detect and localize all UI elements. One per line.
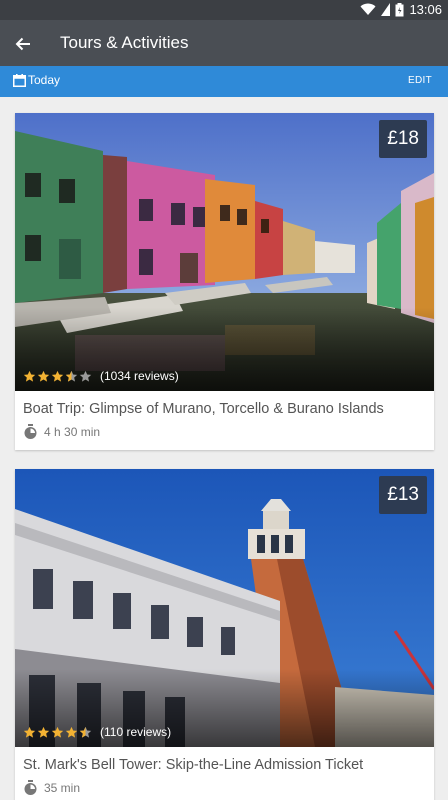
star-half-icon: [65, 370, 78, 382]
duration-label: 35 min: [44, 781, 81, 795]
duration-label: 4 h 30 min: [44, 425, 101, 439]
date-bar: Today EDIT: [0, 66, 448, 97]
tour-image: £18 (1034 reviews): [15, 113, 434, 391]
tour-duration: 4 h 30 min: [23, 424, 100, 440]
tour-title: Boat Trip: Glimpse of Murano, Torcello &…: [23, 401, 384, 417]
back-button[interactable]: [10, 31, 36, 57]
star-icon: [23, 726, 36, 738]
status-icons: 13:06: [360, 2, 442, 17]
star-empty-icon: [79, 370, 92, 382]
review-count: (110 reviews): [100, 725, 172, 739]
page-title: Tours & Activities: [60, 33, 189, 52]
status-time: 13:06: [409, 2, 442, 17]
edit-button[interactable]: EDIT: [408, 75, 432, 86]
price-badge: £13: [379, 476, 427, 514]
date-label: Today: [28, 73, 61, 87]
rating-row: (1034 reviews): [23, 369, 179, 383]
signal-icon: [381, 3, 391, 16]
star-icon: [51, 370, 64, 382]
tour-card[interactable]: £13 (110 reviews) St. Mark's Bell Tower:…: [15, 469, 434, 800]
tour-image: £13 (110 reviews): [15, 469, 434, 747]
tour-card[interactable]: £18 (1034 reviews) Boat Trip: Glimpse of…: [15, 113, 434, 450]
stopwatch-icon: [24, 424, 37, 439]
star-half-icon: [79, 726, 92, 738]
rating-row: (110 reviews): [23, 725, 171, 739]
star-rating: [23, 370, 92, 383]
tour-title: St. Mark's Bell Tower: Skip-the-Line Adm…: [23, 757, 364, 773]
calendar-icon: [13, 73, 26, 87]
app-bar: Tours & Activities: [0, 20, 448, 66]
tour-list: £18 (1034 reviews) Boat Trip: Glimpse of…: [0, 97, 448, 800]
date-selector[interactable]: Today: [13, 73, 60, 87]
star-icon: [65, 726, 78, 738]
star-icon: [51, 726, 64, 738]
wifi-icon: [360, 3, 376, 15]
review-count: (1034 reviews): [100, 369, 179, 383]
tour-duration: 35 min: [23, 780, 80, 796]
battery-icon: [395, 2, 404, 16]
star-icon: [37, 726, 50, 738]
status-bar: 13:06: [0, 0, 448, 20]
arrow-left-icon: [15, 37, 30, 51]
price-badge: £18: [379, 120, 427, 158]
star-rating: [23, 726, 92, 739]
stopwatch-icon: [24, 780, 37, 795]
star-icon: [37, 370, 50, 382]
star-icon: [23, 370, 36, 382]
